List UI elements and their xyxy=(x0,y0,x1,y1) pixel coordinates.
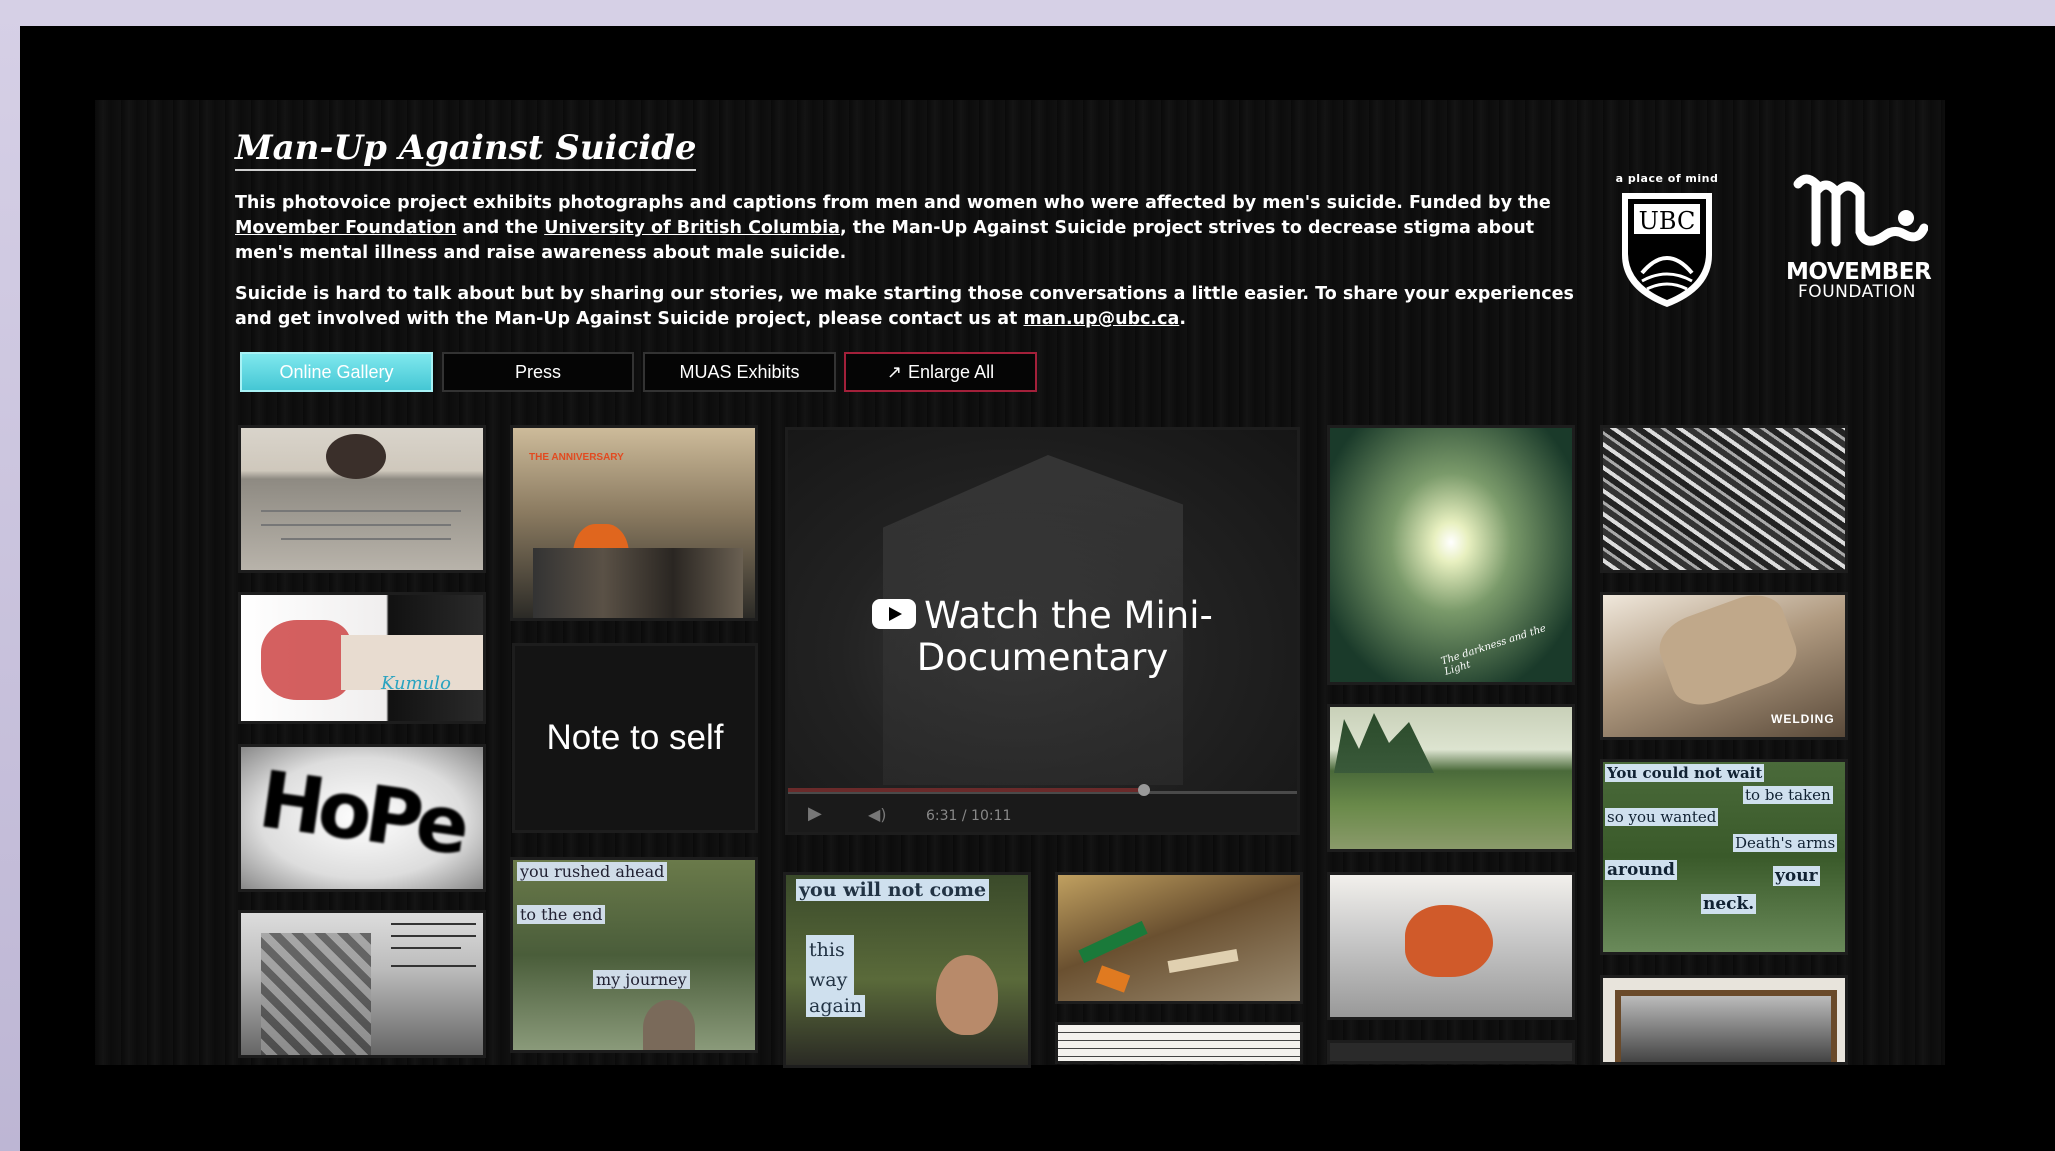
photo-tile-hope[interactable]: HoPe xyxy=(238,744,486,892)
muas-exhibits-button[interactable]: MUAS Exhibits xyxy=(643,352,836,392)
video-controls[interactable]: ▶ ◀) 6:31 / 10:11 xyxy=(788,784,1297,832)
movember-link[interactable]: Movember Foundation xyxy=(235,218,456,238)
photo-tile-branches[interactable] xyxy=(1600,425,1848,573)
play-control-icon[interactable]: ▶ xyxy=(808,803,822,824)
photo-tile-could-not-wait[interactable]: You could not wait to be taken so you wa… xyxy=(1600,759,1848,955)
ubc-tagline: a place of mind xyxy=(1615,172,1719,185)
video-scrubber[interactable] xyxy=(1138,784,1150,796)
video-title: Watch the Mini- Documentary xyxy=(788,595,1297,679)
photo-tile-leaves[interactable] xyxy=(1055,872,1303,1004)
movember-foundation-text: FOUNDATION xyxy=(1798,282,1916,302)
collage-line-5: this way xyxy=(806,935,854,995)
collage-line-1: you rushed ahead xyxy=(517,862,668,881)
email-link[interactable]: man.up@ubc.ca xyxy=(1024,309,1180,329)
photo-tile-dark-strip[interactable] xyxy=(1327,1040,1575,1064)
enlarge-all-button[interactable]: ↗ Enlarge All xyxy=(844,352,1037,392)
press-button[interactable]: Press xyxy=(442,352,634,392)
photo-tile-portrait-caption[interactable] xyxy=(238,425,486,573)
expand-icon: ↗ xyxy=(886,361,903,382)
ubc-text: UBC xyxy=(1639,207,1696,235)
photo-tile-come-this-way[interactable]: you will not come this way again xyxy=(783,872,1031,1068)
photo-tile-handwriting[interactable] xyxy=(1055,1022,1303,1064)
collage-right-7: neck. xyxy=(1701,894,1757,914)
collage-right-4: Death's arms xyxy=(1733,834,1838,852)
online-gallery-button[interactable]: Online Gallery xyxy=(240,352,433,392)
photo-tile-plaid[interactable] xyxy=(238,910,486,1058)
hope-text: HoPe xyxy=(253,755,470,873)
photo-tile-frame[interactable] xyxy=(1600,975,1848,1065)
collage-line-4: you will not come xyxy=(796,879,990,901)
play-icon xyxy=(872,598,917,629)
photo-tile-darkness-light[interactable]: The darkness and the Light xyxy=(1327,425,1575,685)
movember-logo[interactable]: MOVEMBER FOUNDATION xyxy=(1786,172,1932,312)
collage-line-2: to the end xyxy=(517,905,606,924)
photo-tile-rushed-ahead[interactable]: you rushed ahead to the end my journey xyxy=(510,857,758,1053)
collage-right-2: to be taken xyxy=(1743,786,1833,804)
darkness-light-caption: The darkness and the Light xyxy=(1439,623,1548,678)
ubc-logo[interactable]: a place of mind UBC xyxy=(1612,172,1722,322)
photo-tile-anniversary[interactable]: THE ANNIVERSARY xyxy=(510,425,758,621)
collage-right-3: so you wanted xyxy=(1605,808,1719,826)
mini-documentary-video[interactable]: Watch the Mini- Documentary ▶ ◀) 6:31 / 1… xyxy=(785,427,1300,835)
movember-text: MOVEMBER xyxy=(1786,259,1932,285)
ubc-link[interactable]: University of British Columbia xyxy=(544,218,840,238)
wrist-text: Kumulo xyxy=(381,673,451,694)
volume-icon[interactable]: ◀) xyxy=(868,805,887,824)
photo-tile-stone[interactable] xyxy=(1327,872,1575,1020)
collage-line-3: my journey xyxy=(593,970,690,989)
photo-tile-welding[interactable]: WELDING xyxy=(1600,592,1848,740)
video-time: 6:31 / 10:11 xyxy=(926,808,1012,824)
welding-text: WELDING xyxy=(1771,712,1835,726)
ubc-shield-icon: UBC xyxy=(1622,193,1712,307)
collage-right-6: your xyxy=(1773,866,1820,886)
collage-right-5: around xyxy=(1605,860,1677,880)
anniversary-text: THE ANNIVERSARY xyxy=(529,452,624,463)
intro-paragraph: This photovoice project exhibits photogr… xyxy=(235,193,1551,263)
note-to-self-tile[interactable]: Note to self xyxy=(512,643,758,833)
photo-tile-field[interactable] xyxy=(1327,704,1575,852)
enlarge-all-label: Enlarge All xyxy=(908,361,995,382)
collage-line-6: again xyxy=(806,995,866,1017)
share-paragraph: Suicide is hard to talk about but by sha… xyxy=(235,284,1574,329)
collage-right-1: You could not wait xyxy=(1605,764,1765,782)
photo-tile-wrist[interactable]: Kumulo xyxy=(238,592,486,724)
video-progress[interactable] xyxy=(788,788,1145,792)
page-title: Man-Up Against Suicide xyxy=(235,128,697,171)
movember-mustache-icon xyxy=(1793,174,1929,247)
